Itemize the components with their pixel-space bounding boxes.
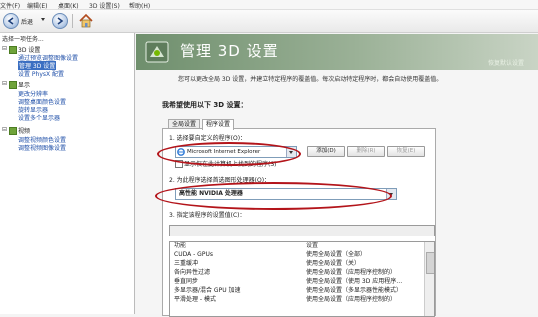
display-icon	[9, 81, 17, 89]
feature-cell: 各向异性过滤	[174, 269, 211, 276]
highlight-oval-program	[157, 142, 301, 166]
setting-cell: 使用全局设置（多显示器性能模式）	[306, 287, 403, 294]
forward-arrow-icon	[57, 17, 64, 25]
setting-cell: 使用全局设置（使用 3D 应用程序…	[306, 278, 403, 285]
home-button[interactable]	[78, 13, 94, 28]
tree-expander[interactable]: ⊟	[2, 80, 7, 87]
feature-cell: 三重缓冲	[174, 260, 199, 267]
step1-label: 1. 选择要自定义的程序(O)：	[169, 135, 247, 142]
setting-cell: 使用全局设置（全部）	[306, 251, 367, 258]
nvidia-3d-icon	[144, 39, 170, 65]
page-header: 管理 3D 设置 恢复默认设置	[136, 34, 538, 70]
3d-settings-icon	[9, 46, 17, 54]
menu-file[interactable]: 文件(F)	[0, 1, 20, 10]
restore-defaults-link[interactable]: 恢复默认设置	[488, 58, 524, 67]
tree-item-physx[interactable]: 设置 PhysX 配置	[18, 69, 64, 78]
setting-cell: 使用全局设置（关）	[306, 260, 361, 267]
setting-cell: 使用全局设置（应用程序控制的）	[306, 296, 397, 303]
feature-cell: CUDA - GPUs	[174, 251, 213, 258]
settings-prompt: 我希望使用以下 3D 设置：	[162, 101, 248, 109]
step3-label: 3. 指定该程序的设置值(C)：	[169, 212, 246, 219]
column-header-setting[interactable]: 设置	[306, 242, 318, 250]
task-tree: 选择一项任务... ⊟ 3D 设置 通过预览调整图像设置 管理 3D 设置 设置…	[0, 33, 135, 314]
table-row[interactable]: 各向异性过滤 使用全局设置（应用程序控制的）	[170, 269, 424, 278]
menu-bar: 文件(F) 编辑(E) 桌面(K) 3D 设置(S) 帮助(H)	[0, 0, 538, 10]
back-button[interactable]	[3, 13, 19, 29]
page-title: 管理 3D 设置	[180, 42, 279, 60]
tree-item-multi-display[interactable]: 设置多个显示器	[18, 113, 60, 122]
scrollbar-thumb[interactable]	[426, 252, 434, 274]
remove-button[interactable]: 删除(R)	[347, 146, 385, 157]
table-scrollbar[interactable]	[424, 242, 434, 316]
table-row[interactable]: 垂直同步 使用全局设置（使用 3D 应用程序…	[170, 278, 424, 287]
menu-3d-settings[interactable]: 3D 设置(S)	[89, 1, 120, 10]
tab-program-settings[interactable]: 程序设置	[202, 119, 235, 130]
tree-item-video-image[interactable]: 调整视频图像设置	[18, 143, 66, 152]
video-icon	[9, 127, 17, 135]
back-dropdown-icon[interactable]	[41, 18, 45, 21]
column-header-feature[interactable]: 功能	[174, 242, 186, 250]
back-label[interactable]: 后退	[21, 17, 33, 26]
highlight-oval-gpu	[155, 182, 392, 210]
toolbar-divider	[72, 14, 73, 28]
tree-expander[interactable]: ⊟	[2, 45, 7, 52]
toolbar: 后退	[0, 10, 538, 33]
forward-button[interactable]	[52, 13, 68, 29]
tree-category-video[interactable]: 视频	[18, 126, 30, 135]
feature-cell: 多显示器/混合 GPU 加速	[174, 287, 241, 294]
table-row[interactable]: 平滑处理 - 模式 使用全局设置（应用程序控制的）	[170, 296, 424, 305]
table-row[interactable]: 多显示器/混合 GPU 加速 使用全局设置（多显示器性能模式）	[170, 287, 424, 296]
tree-heading: 选择一项任务...	[2, 36, 44, 43]
tree-expander[interactable]: ⊟	[2, 126, 7, 133]
menu-edit[interactable]: 编辑(E)	[27, 1, 47, 10]
table-row[interactable]: 三重缓冲 使用全局设置（关）	[170, 260, 424, 269]
table-row[interactable]: CUDA - GPUs 使用全局设置（全部）	[170, 251, 424, 260]
back-arrow-icon	[7, 17, 14, 25]
home-icon	[79, 13, 93, 28]
menu-help[interactable]: 帮助(H)	[129, 1, 150, 10]
tree-category-display[interactable]: 显示	[18, 80, 30, 89]
menu-desktop[interactable]: 桌面(K)	[58, 1, 79, 10]
restore-button[interactable]: 恢复(E)	[387, 146, 425, 157]
feature-cell: 平滑处理 - 模式	[174, 296, 216, 303]
feature-cell: 垂直同步	[174, 278, 199, 285]
setting-cell: 使用全局设置（应用程序控制的）	[306, 269, 397, 276]
add-button[interactable]: 添加(D)	[307, 146, 345, 157]
settings-table: 功能 设置 CUDA - GPUs 使用全局设置（全部） 三重缓冲 使用全局设置（关…	[169, 241, 435, 317]
table-header-bar	[169, 225, 435, 236]
description-text: 您可以更改全局 3D 设置，并建立特定程序的覆盖值。每次启动特定程序时，都会自动…	[178, 76, 443, 83]
